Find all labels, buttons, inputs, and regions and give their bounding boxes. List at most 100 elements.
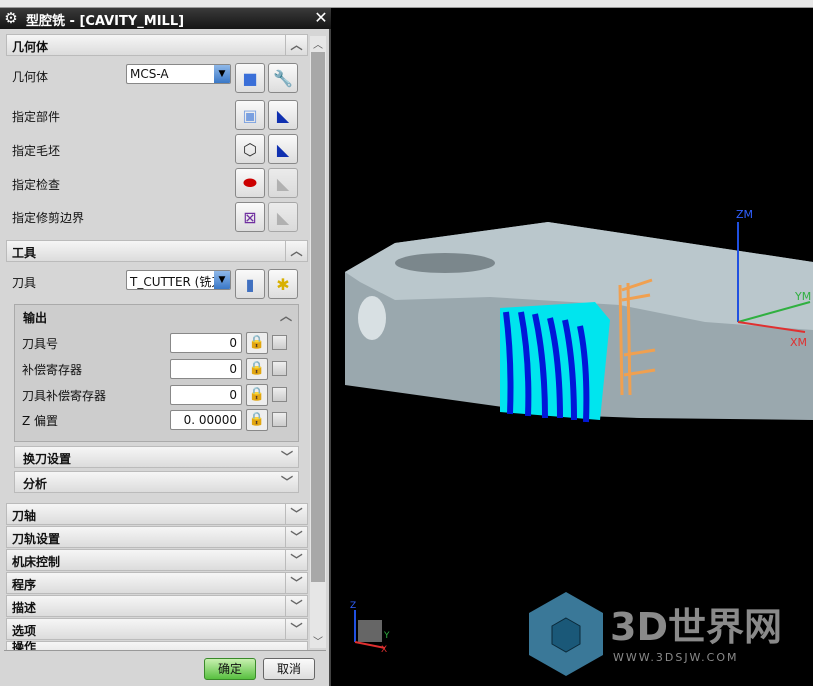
- edit-geometry-button[interactable]: 🔧: [268, 63, 298, 93]
- chevron-down-icon[interactable]: ﹀: [285, 619, 307, 639]
- graphics-viewport[interactable]: ZM YM XM Z Y X 3D世界网 WWW.3DSJW.COM: [333, 9, 813, 686]
- pocket-hole: [395, 253, 495, 273]
- wrench-icon: 🔧: [273, 68, 293, 88]
- tool-number-label: 刀具号: [22, 337, 59, 351]
- lock-icon[interactable]: 🔒: [246, 409, 268, 431]
- output-header: 输出: [23, 311, 48, 325]
- section-label: 选项: [12, 624, 37, 638]
- specify-check-button[interactable]: ⬬: [235, 168, 265, 198]
- chevron-down-icon[interactable]: ▼: [214, 271, 230, 289]
- trim-boundary-icon: ⊠: [243, 207, 257, 227]
- section-path-settings[interactable]: 刀轨设置 ﹀: [6, 526, 308, 548]
- section-program[interactable]: 程序 ﹀: [6, 572, 308, 594]
- section-label: 刀轨设置: [12, 532, 61, 546]
- cutcom-register-input[interactable]: 0: [170, 385, 242, 405]
- specify-blank-button[interactable]: ⬡: [235, 134, 265, 164]
- cutcom-register-label: 刀具补偿寄存器: [22, 389, 107, 403]
- adjust-register-checkbox[interactable]: [272, 361, 287, 376]
- z-offset-label: Z 偏置: [22, 414, 59, 428]
- chevron-down-icon[interactable]: ﹀: [276, 472, 298, 492]
- new-tool-icon: ▮: [245, 274, 255, 294]
- chevron-down-icon[interactable]: ﹀: [285, 596, 307, 616]
- part-model: ZM YM XM Z Y X 3D世界网 WWW.3DSJW.COM: [345, 208, 813, 676]
- watermark-name: 3D世界网: [610, 605, 782, 649]
- section-label: 几何体: [12, 40, 49, 54]
- scroll-down-icon[interactable]: ﹀: [313, 633, 323, 648]
- chevron-up-icon[interactable]: ︿: [280, 307, 292, 324]
- specify-trim-boundary-label: 指定修剪边界: [12, 211, 85, 225]
- scrollbar-thumb[interactable]: [311, 52, 325, 582]
- chevron-down-icon[interactable]: ﹀: [285, 504, 307, 524]
- tool-number-input[interactable]: 0: [170, 333, 242, 353]
- section-tool[interactable]: 工具 ︿: [6, 240, 308, 262]
- section-tool-change[interactable]: 换刀设置 ﹀: [14, 446, 299, 468]
- cutcom-register-checkbox[interactable]: [272, 387, 287, 402]
- side-hole: [358, 296, 386, 340]
- chevron-down-icon[interactable]: ▼: [214, 65, 230, 83]
- specify-trim-boundary-button[interactable]: ⊠: [235, 202, 265, 232]
- geometry-value: MCS-A: [130, 67, 169, 81]
- tool-label: 刀具: [12, 276, 37, 290]
- specify-blank-label: 指定毛坯: [12, 144, 61, 158]
- section-label: 换刀设置: [23, 452, 72, 466]
- divider: [4, 650, 326, 651]
- specify-check-label: 指定检查: [12, 178, 61, 192]
- chevron-up-icon[interactable]: ︿: [285, 241, 307, 261]
- display-part-button[interactable]: ◣: [268, 100, 298, 130]
- chevron-down-icon[interactable]: ﹀: [285, 527, 307, 547]
- section-actions[interactable]: 操作: [6, 641, 308, 650]
- section-options[interactable]: 选项 ﹀: [6, 618, 308, 640]
- new-tool-button[interactable]: ▮: [235, 269, 265, 299]
- chevron-down-icon[interactable]: ﹀: [285, 550, 307, 570]
- tool-value: T_CUTTER (铣刀: [130, 275, 224, 289]
- dialog-title: 型腔铣 - [CAVITY_MILL]: [26, 14, 185, 29]
- flashlight-disabled-icon: ◣: [276, 173, 290, 193]
- adjust-register-input[interactable]: 0: [170, 359, 242, 379]
- cancel-button[interactable]: 取消: [263, 658, 315, 680]
- lock-icon[interactable]: 🔒: [246, 384, 268, 406]
- gear-icon[interactable]: ⚙: [3, 10, 19, 26]
- view-triad-cube: [358, 620, 382, 642]
- z-offset-input[interactable]: 0. 00000: [170, 410, 242, 430]
- geometry-label: 几何体: [12, 70, 49, 84]
- watermark-cube: [551, 617, 581, 653]
- section-label: 机床控制: [12, 555, 61, 569]
- z-offset-checkbox[interactable]: [272, 412, 287, 427]
- triad-z-label: Z: [350, 601, 356, 611]
- dialog-titlebar: ⚙ 型腔铣 - [CAVITY_MILL] ✕: [0, 8, 331, 29]
- edit-tool-button[interactable]: ✱: [268, 269, 298, 299]
- section-label: 分析: [23, 477, 48, 491]
- section-machine-control[interactable]: 机床控制 ﹀: [6, 549, 308, 571]
- tool-number-checkbox[interactable]: [272, 335, 287, 350]
- close-icon[interactable]: ✕: [312, 9, 330, 27]
- zm-label: ZM: [736, 208, 753, 221]
- new-geometry-icon: ■: [242, 68, 258, 88]
- section-description[interactable]: 描述 ﹀: [6, 595, 308, 617]
- lock-icon[interactable]: 🔒: [246, 332, 268, 354]
- flashlight-icon: ◣: [276, 139, 290, 159]
- geometry-select[interactable]: MCS-A ▼: [126, 64, 231, 84]
- chevron-down-icon[interactable]: ﹀: [285, 573, 307, 593]
- ok-button[interactable]: 确定: [204, 658, 256, 680]
- section-label: 工具: [12, 246, 37, 260]
- chevron-down-icon[interactable]: ﹀: [276, 447, 298, 467]
- new-geometry-button[interactable]: ■: [235, 63, 265, 93]
- top-toolbar-strip: [0, 0, 813, 8]
- section-tool-axis[interactable]: 刀轴 ﹀: [6, 503, 308, 525]
- part-icon: ▣: [242, 105, 258, 125]
- watermark-url: WWW.3DSJW.COM: [613, 651, 739, 664]
- triad-y-label: Y: [383, 631, 390, 641]
- display-check-button: ◣: [268, 168, 298, 198]
- section-analysis[interactable]: 分析 ﹀: [14, 471, 299, 493]
- blank-box-icon: ⬡: [243, 139, 257, 159]
- lock-icon[interactable]: 🔒: [246, 358, 268, 380]
- check-icon: ⬬: [243, 173, 257, 192]
- chevron-up-icon[interactable]: ︿: [285, 35, 307, 55]
- section-geometry[interactable]: 几何体 ︿: [6, 34, 308, 56]
- xm-label: XM: [790, 336, 807, 349]
- specify-part-button[interactable]: ▣: [235, 100, 265, 130]
- tool-select[interactable]: T_CUTTER (铣刀 ▼: [126, 270, 231, 290]
- flashlight-disabled-icon: ◣: [276, 207, 290, 227]
- scroll-up-icon[interactable]: ︿: [313, 36, 323, 51]
- display-blank-button[interactable]: ◣: [268, 134, 298, 164]
